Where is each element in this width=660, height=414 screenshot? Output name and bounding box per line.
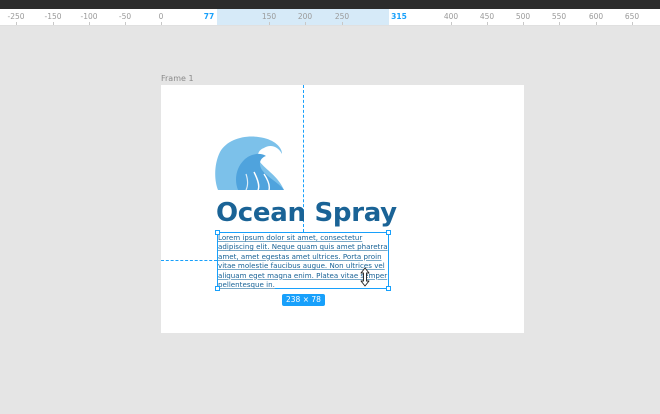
- wave-logo-icon[interactable]: [214, 134, 286, 190]
- ruler-tickmark: [53, 22, 54, 25]
- ruler-tickmark: [16, 22, 17, 25]
- ruler-tick: 250: [334, 12, 350, 21]
- resize-handle-top-right[interactable]: [386, 230, 391, 235]
- ruler-tick: -100: [80, 12, 98, 21]
- ruler-tick: -250: [7, 12, 25, 21]
- horizontal-alignment-guide: [161, 260, 217, 261]
- ruler-tick: 550: [551, 12, 567, 21]
- ruler-tickmark: [451, 22, 452, 25]
- brand-title[interactable]: Ocean Spray: [216, 197, 406, 229]
- ruler-tickmark: [305, 22, 306, 25]
- ruler-tickmark: [487, 22, 488, 25]
- ruler-tick: -50: [118, 12, 132, 21]
- ruler-tick-selection-start: 77: [203, 12, 215, 21]
- ruler-tick-selection-end: 315: [391, 12, 407, 21]
- ruler-tick: 400: [443, 12, 459, 21]
- resize-handle-top-left[interactable]: [215, 230, 220, 235]
- top-toolbar: [0, 0, 660, 9]
- resize-handle-bottom-left[interactable]: [215, 286, 220, 291]
- ruler-tick: 500: [515, 12, 531, 21]
- ruler-tick: 650: [624, 12, 640, 21]
- ruler-tickmark: [161, 22, 162, 25]
- ruler-tickmark: [523, 22, 524, 25]
- ruler-tickmark: [269, 22, 270, 25]
- ruler-tickmark: [559, 22, 560, 25]
- resize-vertical-cursor-icon: [360, 267, 370, 287]
- frame-label[interactable]: Frame 1: [161, 74, 194, 84]
- ruler-tickmark: [125, 22, 126, 25]
- ruler-tick: 200: [297, 12, 313, 21]
- resize-handle-bottom-right[interactable]: [386, 286, 391, 291]
- horizontal-ruler: -250 -150 -100 -50 0 77 150 200 250 315 …: [0, 9, 660, 26]
- ruler-tickmark: [342, 22, 343, 25]
- ruler-tick: 600: [588, 12, 604, 21]
- ruler-tick: 450: [479, 12, 495, 21]
- ruler-tick: -150: [44, 12, 62, 21]
- ruler-tick: 150: [261, 12, 277, 21]
- ruler-tickmark: [596, 22, 597, 25]
- dimension-badge: 238 × 78: [282, 294, 325, 306]
- ruler-tickmark: [89, 22, 90, 25]
- ruler-tickmark: [632, 22, 633, 25]
- ruler-tick: 0: [158, 12, 164, 21]
